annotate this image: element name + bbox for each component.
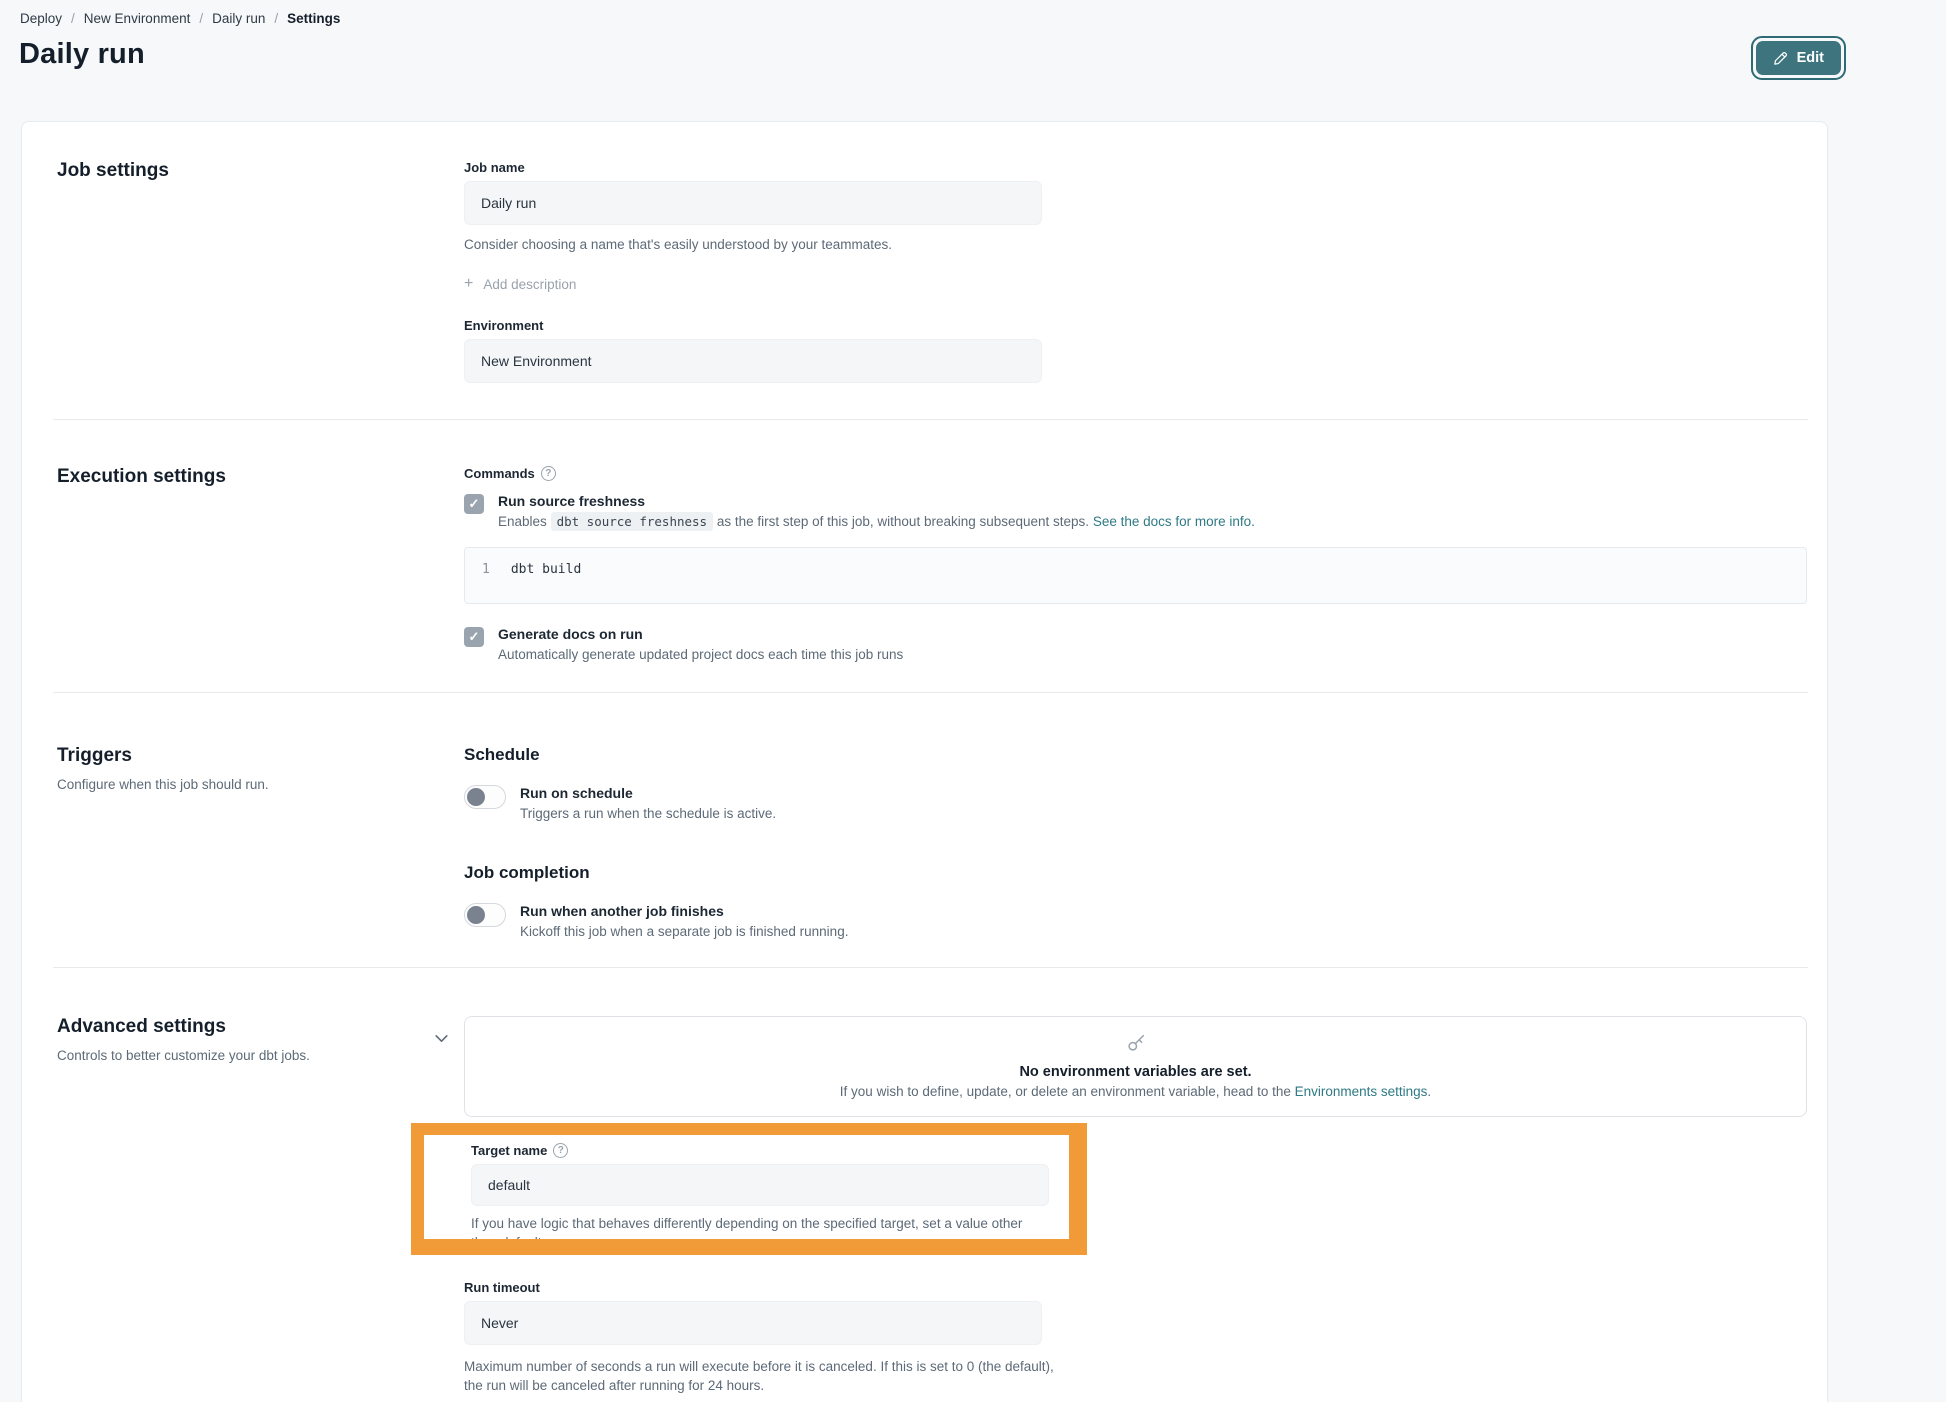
commands-label: Commands [464, 466, 535, 481]
run-source-freshness-desc: Enables dbt source freshness as the firs… [498, 512, 1255, 531]
run-timeout-field: Never [464, 1301, 1042, 1345]
environment-field: New Environment [464, 339, 1042, 383]
triggers-section: Triggers Configure when this job should … [22, 693, 1827, 967]
run-source-freshness-row: ✓ Run source freshness Enables dbt sourc… [464, 493, 1807, 531]
desc-text: Enables [498, 514, 547, 529]
check-icon: ✓ [469, 629, 480, 645]
key-icon [1125, 1041, 1147, 1058]
run-when-job-finishes-toggle[interactable] [464, 903, 506, 927]
toggle-knob [467, 906, 485, 924]
run-on-schedule-label: Run on schedule [520, 785, 776, 801]
execution-settings-heading: Execution settings [57, 466, 464, 488]
pencil-icon [1773, 51, 1788, 66]
code-chip: dbt source freshness [551, 512, 714, 531]
desc-text: as the first step of this job, without b… [717, 514, 1089, 529]
breadcrumb-deploy[interactable]: Deploy [20, 11, 62, 26]
schedule-heading: Schedule [464, 745, 1807, 765]
run-timeout-value: Never [481, 1315, 518, 1331]
run-timeout-help: Maximum number of seconds a run will exe… [464, 1357, 1064, 1395]
env-vars-title: No environment variables are set. [485, 1064, 1786, 1080]
breadcrumb-environment[interactable]: New Environment [84, 11, 191, 26]
toggle-knob [467, 788, 485, 806]
run-when-job-finishes-row: Run when another job finishes Kickoff th… [464, 903, 1807, 941]
target-name-field: default [471, 1164, 1049, 1206]
environments-settings-link[interactable]: Environments settings [1295, 1084, 1428, 1099]
add-description-label: Add description [483, 277, 576, 292]
job-settings-section: Job settings Job name Daily run Consider… [22, 122, 1827, 419]
run-when-job-finishes-desc: Kickoff this job when a separate job is … [520, 922, 848, 941]
breadcrumb-separator: / [199, 11, 203, 26]
desc-text: . [1427, 1084, 1431, 1099]
job-name-help: Consider choosing a name that's easily u… [464, 235, 1807, 254]
run-source-freshness-label: Run source freshness [498, 493, 1255, 509]
chevron-down-icon[interactable] [433, 1030, 450, 1052]
plus-icon: + [464, 276, 473, 292]
generate-docs-desc: Automatically generate updated project d… [498, 645, 903, 664]
environment-label: Environment [464, 318, 1807, 333]
breadcrumb-separator: / [274, 11, 278, 26]
breadcrumb-separator: / [71, 11, 75, 26]
advanced-settings-subtitle: Controls to better customize your dbt jo… [57, 1046, 310, 1066]
generate-docs-checkbox[interactable]: ✓ [464, 627, 484, 647]
editor-code: dbt build [511, 562, 581, 577]
job-name-field: Daily run [464, 181, 1042, 225]
env-vars-desc: If you wish to define, update, or delete… [485, 1084, 1786, 1099]
target-name-help: If you have logic that behaves different… [471, 1214, 1049, 1239]
edit-button-label: Edit [1797, 50, 1824, 66]
editor-line-number: 1 [482, 562, 490, 577]
desc-text: If you wish to define, update, or delete… [840, 1084, 1291, 1099]
advanced-settings-heading: Advanced settings [57, 1016, 310, 1038]
add-description-button[interactable]: + Add description [464, 276, 1807, 292]
run-on-schedule-desc: Triggers a run when the schedule is acti… [520, 804, 776, 823]
run-timeout-label: Run timeout [464, 1280, 1807, 1295]
target-name-label-row: Target name ? [471, 1143, 1049, 1158]
triggers-heading: Triggers [57, 745, 464, 767]
environment-value: New Environment [481, 353, 592, 369]
commands-code-editor: 1 dbt build [464, 547, 1807, 604]
target-name-label: Target name [471, 1143, 547, 1158]
target-name-highlight-box: Target name ? default If you have logic … [411, 1123, 1087, 1255]
page-title: Daily run [19, 38, 145, 71]
job-completion-heading: Job completion [464, 863, 1807, 883]
run-on-schedule-toggle[interactable] [464, 785, 506, 809]
target-name-group: Target name ? default If you have logic … [424, 1135, 1069, 1239]
breadcrumb: Deploy / New Environment / Daily run / S… [20, 11, 340, 26]
help-icon[interactable]: ? [541, 466, 556, 481]
triggers-subtitle: Configure when this job should run. [57, 775, 387, 795]
job-settings-heading: Job settings [57, 160, 464, 182]
edit-button[interactable]: Edit [1756, 41, 1841, 75]
check-icon: ✓ [469, 496, 480, 512]
environment-variables-empty-state: No environment variables are set. If you… [464, 1016, 1807, 1117]
breadcrumb-job[interactable]: Daily run [212, 11, 265, 26]
help-icon[interactable]: ? [553, 1143, 568, 1158]
run-on-schedule-row: Run on schedule Triggers a run when the … [464, 785, 1807, 823]
generate-docs-row: ✓ Generate docs on run Automatically gen… [464, 626, 1807, 664]
run-timeout-group: Run timeout Never Maximum number of seco… [464, 1280, 1807, 1395]
commands-label-row: Commands ? [464, 466, 1807, 481]
job-name-value: Daily run [481, 195, 536, 211]
docs-link[interactable]: See the docs for more info. [1093, 514, 1255, 529]
generate-docs-label: Generate docs on run [498, 626, 903, 642]
run-when-job-finishes-label: Run when another job finishes [520, 903, 848, 919]
breadcrumb-settings: Settings [287, 11, 340, 26]
target-name-value: default [488, 1177, 530, 1193]
execution-settings-section: Execution settings Commands ? ✓ Run sour… [22, 420, 1827, 692]
run-source-freshness-checkbox[interactable]: ✓ [464, 494, 484, 514]
advanced-settings-section: Advanced settings Controls to better cus… [22, 968, 1827, 1395]
job-name-label: Job name [464, 160, 1807, 175]
edit-button-focus-ring: Edit [1751, 36, 1846, 80]
settings-card: Job settings Job name Daily run Consider… [21, 121, 1828, 1402]
